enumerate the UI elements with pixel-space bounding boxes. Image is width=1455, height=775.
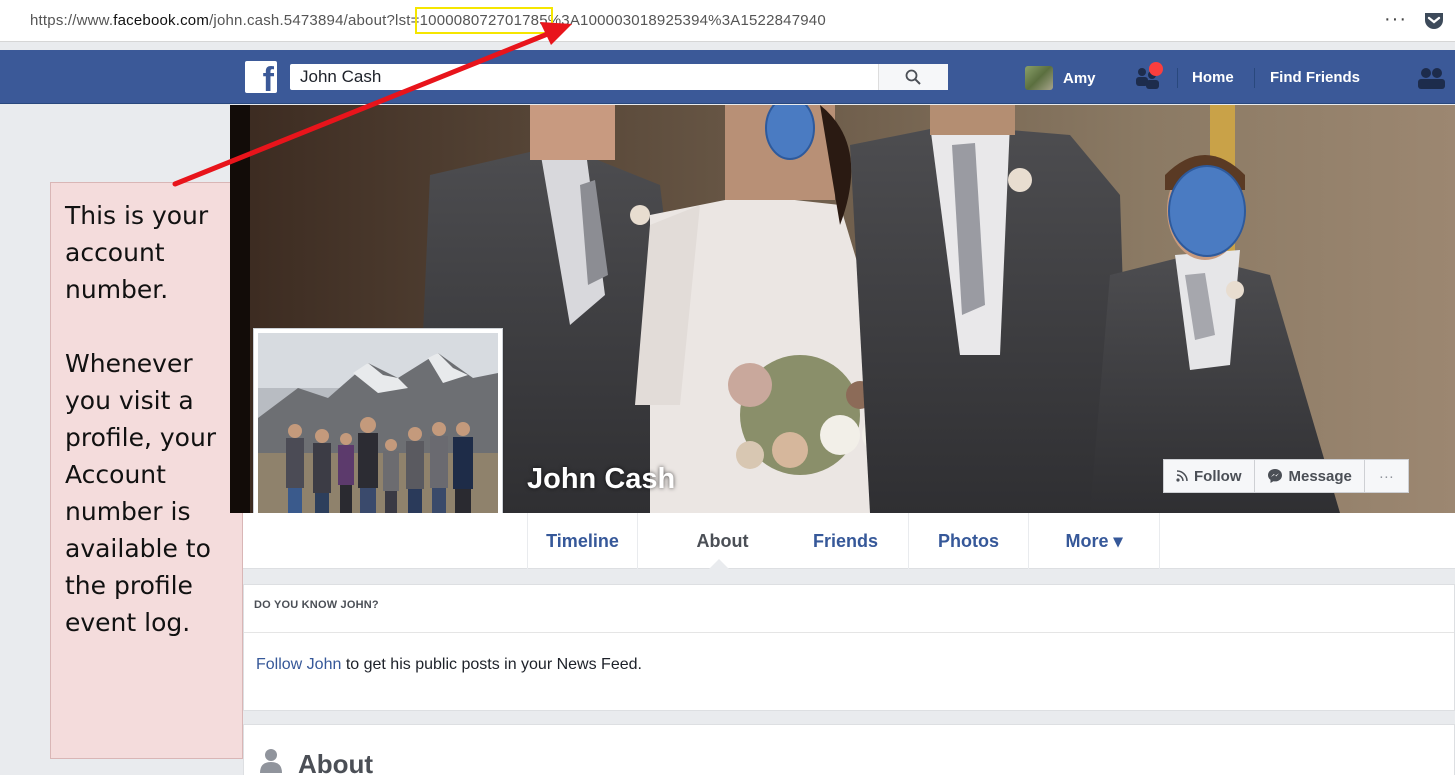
follow-button[interactable]: Follow (1163, 459, 1255, 493)
tab-timeline[interactable]: Timeline (527, 513, 637, 569)
about-section: About (243, 724, 1455, 775)
search-input[interactable] (290, 64, 870, 90)
tab-more[interactable]: More ▾ (1028, 513, 1160, 569)
message-button[interactable]: Message (1254, 459, 1365, 493)
divider (1254, 68, 1255, 88)
rss-icon (1176, 470, 1188, 482)
profile-tabs: Timeline About Friends Photos More ▾ (243, 513, 1455, 569)
url-prefix: https://www. (30, 12, 114, 29)
follow-prompt-text: to get his public posts in your News Fee… (341, 656, 642, 673)
people-icon[interactable] (1415, 66, 1449, 90)
tab-friends[interactable]: Friends (783, 513, 908, 569)
more-actions-button[interactable]: ··· (1364, 459, 1409, 493)
url-path: /john.cash.5473894/about?lst= (209, 12, 420, 29)
follow-label: Follow (1194, 467, 1242, 485)
profile-name[interactable]: John Cash (527, 463, 675, 496)
do-you-know-card: DO YOU KNOW JOHN? Follow John to get his… (243, 584, 1455, 711)
divider (1177, 68, 1178, 88)
avatar (1025, 66, 1053, 90)
tab-label: Photos (938, 530, 999, 551)
follow-prompt: Follow John to get his public posts in y… (256, 656, 642, 674)
search-icon (905, 69, 921, 85)
divider (244, 632, 1454, 633)
person-icon (260, 749, 282, 773)
url-suffix: %3A100003018925394%3A1522847940 (547, 12, 826, 29)
follow-john-link[interactable]: Follow John (256, 656, 341, 673)
notification-badge (1149, 62, 1163, 76)
tab-label: About (696, 530, 749, 551)
about-heading: About (298, 749, 374, 775)
tab-label: Timeline (546, 530, 619, 551)
profile-shortcut[interactable]: Amy (1025, 65, 1096, 91)
messenger-icon (1267, 469, 1282, 483)
cover-actions: Follow Message ··· (1163, 459, 1409, 493)
screenshot: https://www.facebook.com/john.cash.54738… (0, 0, 1455, 775)
facebook-top-bar: f Amy Home Find Friends (0, 50, 1455, 104)
find-friends-link[interactable]: Find Friends (1270, 69, 1360, 86)
more-actions-label: ··· (1378, 467, 1394, 485)
card-heading: DO YOU KNOW JOHN? (254, 599, 379, 611)
friend-requests-button[interactable] (1133, 62, 1163, 90)
profile-picture-image (258, 333, 498, 543)
annotation-callout: This is your account number. Whenever yo… (50, 182, 243, 759)
pocket-icon[interactable] (1423, 11, 1445, 31)
account-number-highlight: 100008072701785 (414, 7, 553, 34)
facebook-logo-icon[interactable]: f (245, 61, 277, 97)
home-link[interactable]: Home (1192, 69, 1234, 86)
url-text[interactable]: https://www.facebook.com/john.cash.54738… (30, 7, 826, 34)
browser-address-bar[interactable]: https://www.facebook.com/john.cash.54738… (0, 0, 1455, 42)
tab-label: Friends (812, 530, 878, 551)
url-domain: facebook.com (113, 12, 210, 29)
annotation-text: This is your account number. Whenever yo… (65, 201, 217, 637)
tab-photos[interactable]: Photos (908, 513, 1028, 569)
active-tab-indicator (709, 559, 729, 569)
search-box (290, 64, 948, 90)
page-actions-menu-icon[interactable]: ··· (1384, 8, 1407, 31)
search-button[interactable] (878, 64, 948, 90)
user-name: Amy (1063, 69, 1096, 87)
message-label: Message (1288, 467, 1352, 485)
tab-label: More ▾ (1065, 530, 1123, 551)
